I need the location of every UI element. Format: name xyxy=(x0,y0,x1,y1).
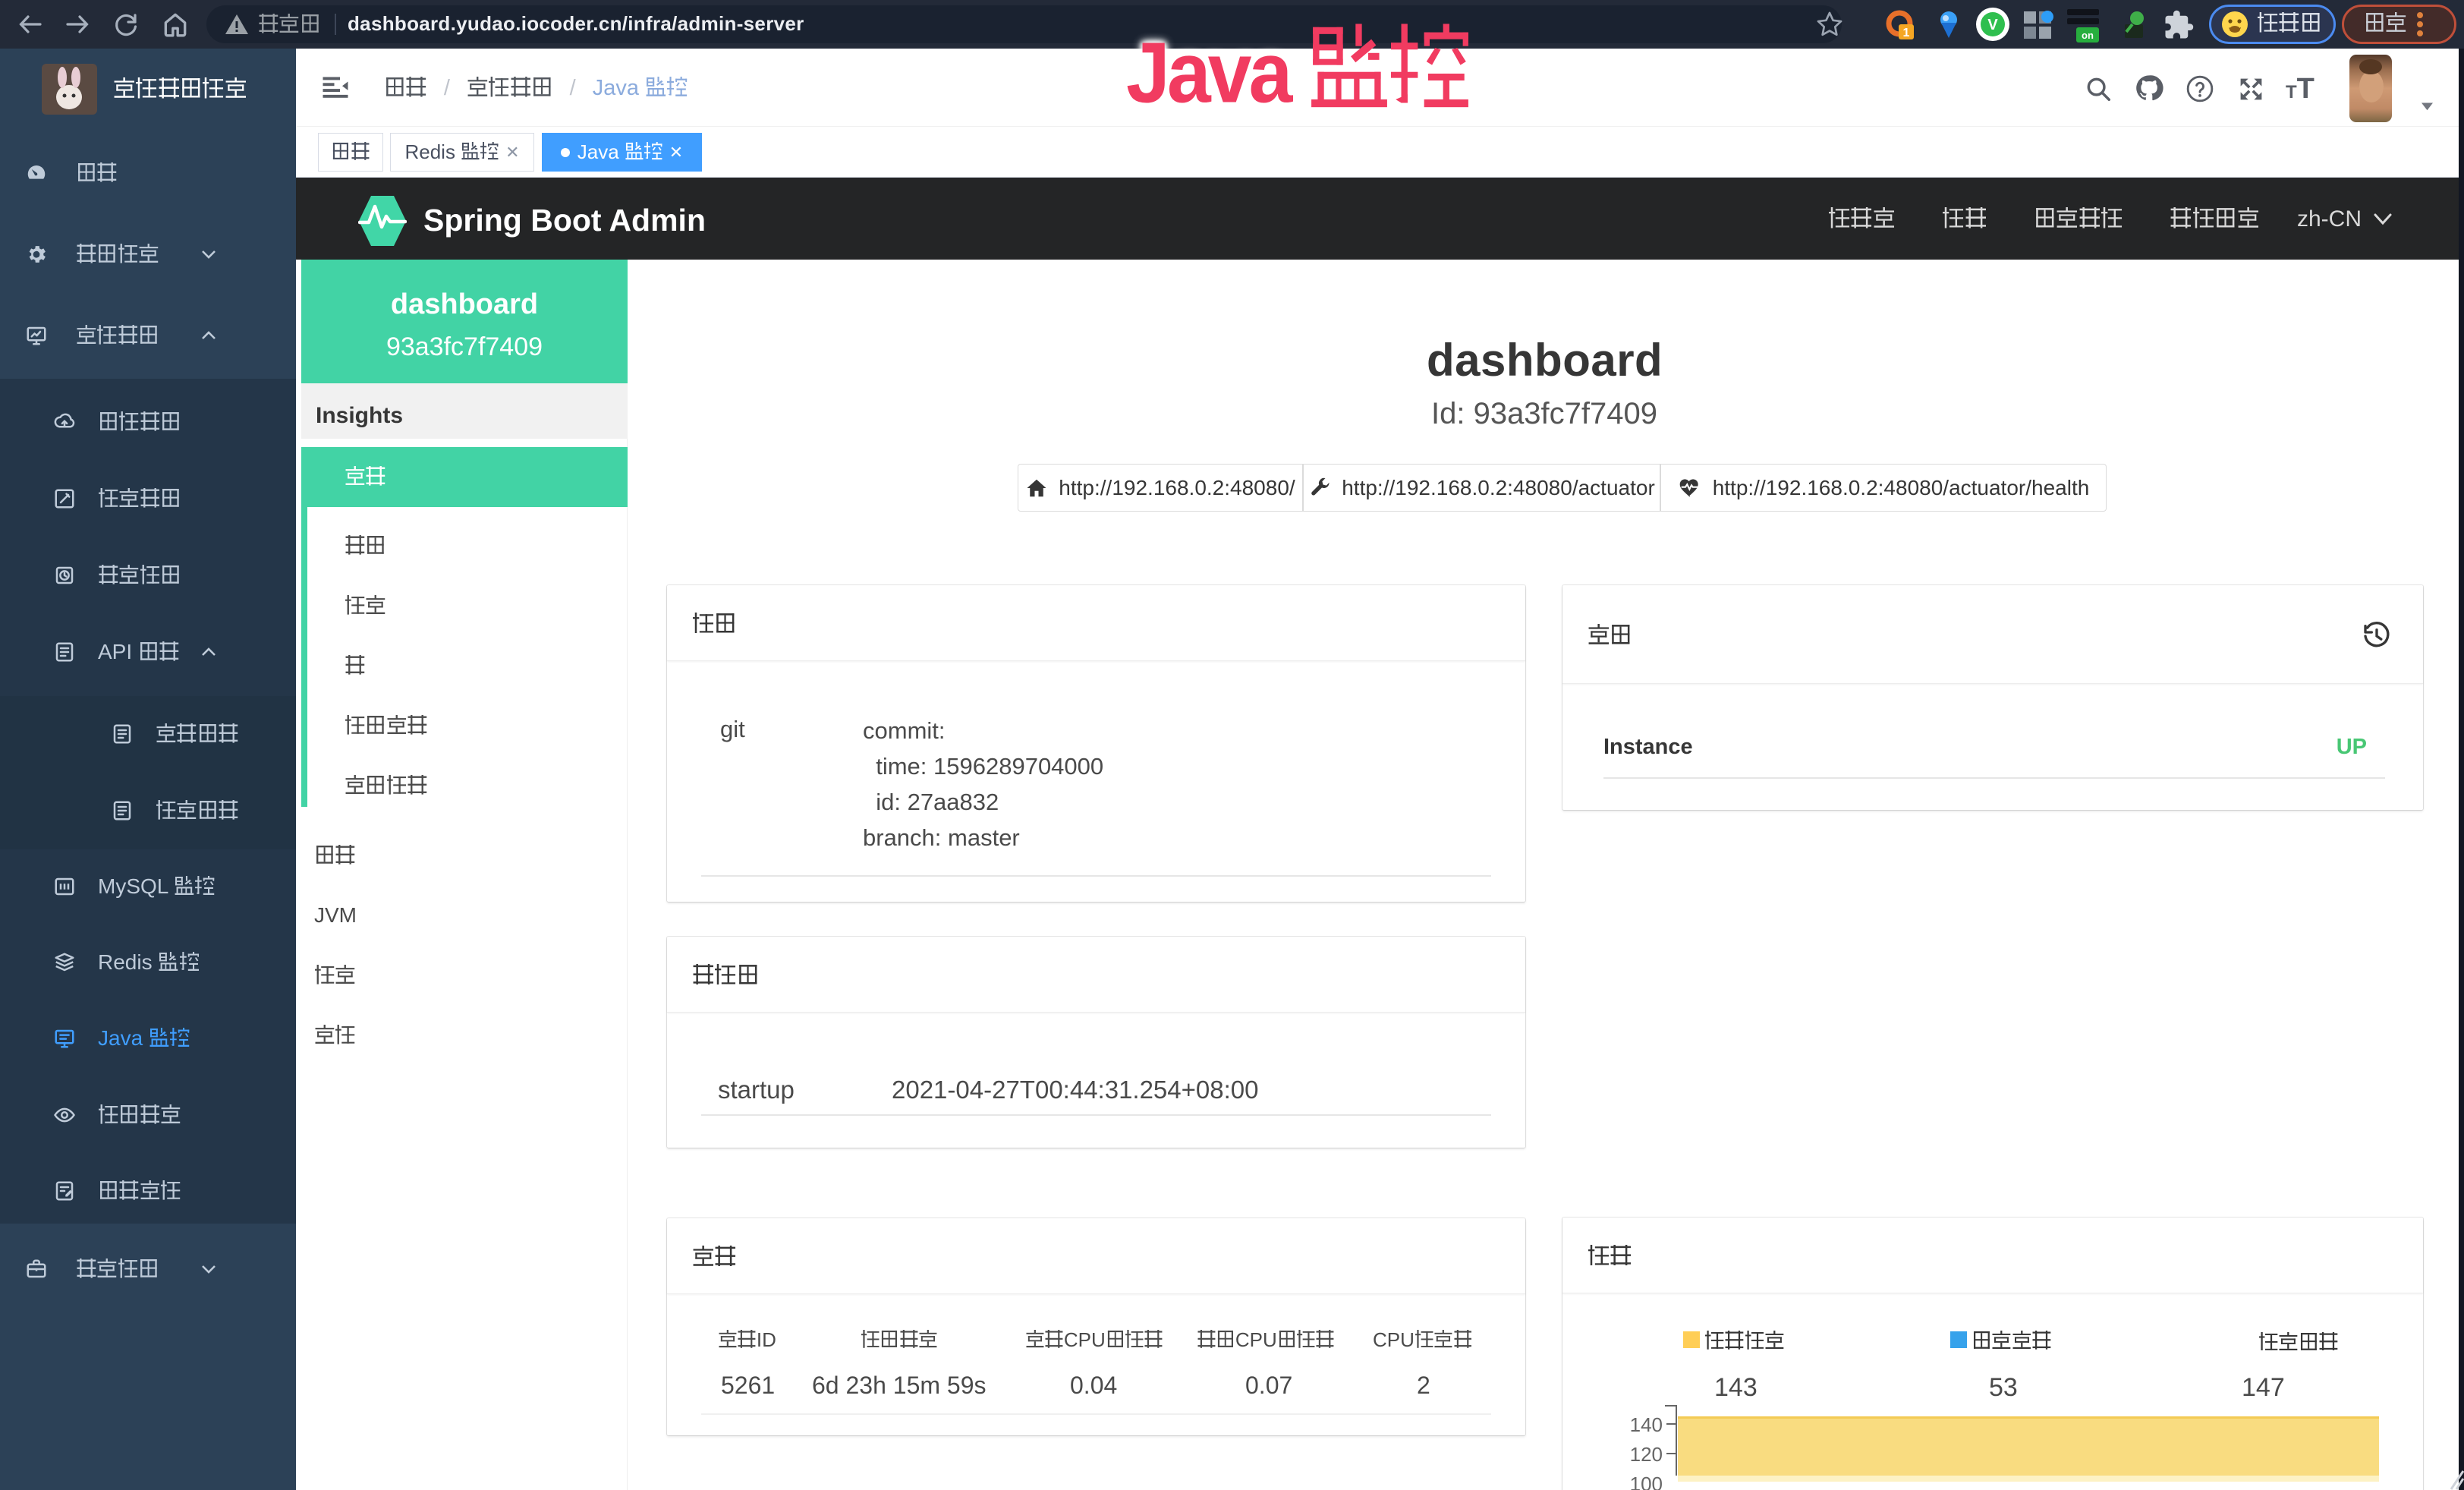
svg-text:on: on xyxy=(2082,30,2094,41)
svg-text:V: V xyxy=(1987,17,1998,33)
svg-text:1: 1 xyxy=(1903,27,1910,39)
